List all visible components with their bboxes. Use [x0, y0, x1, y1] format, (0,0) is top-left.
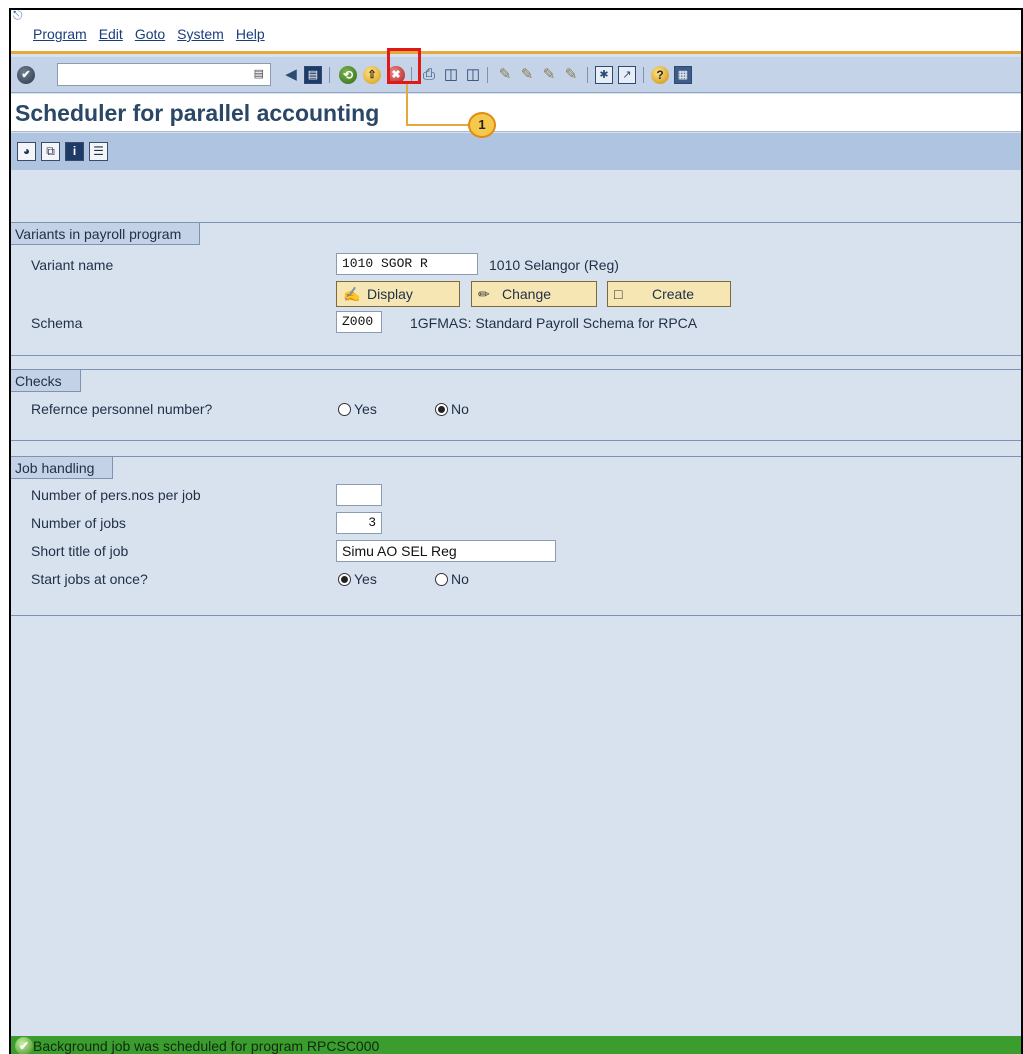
- system-toolbar: ✔ ▤ ◀ ▤ ⟲ ⇧ ✖ ⎙ ◫ ◫ ✎ ✎ ✎ ✎ ✱ ↗ ? ▦: [11, 57, 1021, 93]
- page-title: Scheduler for parallel accounting: [15, 100, 380, 126]
- reference-personnel-label: Refernce personnel number?: [31, 401, 213, 417]
- start-no-label: No: [451, 571, 469, 587]
- menu-system[interactable]: System: [177, 26, 224, 42]
- menu-edit[interactable]: Edit: [99, 26, 123, 42]
- schema-label: Schema: [31, 315, 83, 331]
- status-bar: ✔ Background job was scheduled for progr…: [11, 1036, 1021, 1054]
- variants-section: Variants in payroll program Variant name…: [11, 222, 1021, 356]
- new-session-icon[interactable]: ✱: [595, 66, 613, 84]
- menu-program[interactable]: Program: [33, 26, 87, 42]
- start-jobs-no-radio[interactable]: No: [435, 571, 469, 587]
- previous-page-icon[interactable]: ✎: [517, 65, 537, 85]
- menu-goto[interactable]: Goto: [135, 26, 165, 42]
- start-jobs-label: Start jobs at once?: [31, 571, 148, 587]
- start-yes-label: Yes: [354, 571, 377, 587]
- command-history-icon[interactable]: ▤: [254, 67, 264, 80]
- back-icon[interactable]: ⟲: [339, 66, 357, 84]
- display-icon: ✍: [343, 286, 361, 302]
- last-page-icon[interactable]: ✎: [561, 65, 581, 85]
- callout-connector: [406, 84, 408, 126]
- print-icon[interactable]: ⎙: [419, 65, 439, 85]
- info-icon[interactable]: i: [65, 142, 84, 161]
- step-callout: 1: [468, 112, 496, 138]
- window-menu-icon[interactable]: ⎋: [13, 8, 23, 23]
- reference-yes-radio[interactable]: Yes: [338, 401, 377, 417]
- find-icon[interactable]: ◫: [441, 65, 461, 85]
- next-page-icon[interactable]: ✎: [539, 65, 559, 85]
- schema-description: 1GFMAS: Standard Payroll Schema for RPCA: [410, 315, 698, 331]
- radio-circle-selected: [435, 402, 448, 416]
- persnos-per-job-field[interactable]: [336, 484, 382, 506]
- start-jobs-yes-radio[interactable]: Yes: [338, 571, 377, 587]
- variant-name-label: Variant name: [31, 257, 114, 273]
- program-doc-icon[interactable]: ☰: [89, 142, 108, 161]
- menu-bar: ⎋ Program Edit Goto System Help: [11, 8, 1021, 54]
- reference-no-label: No: [451, 401, 469, 417]
- menu-list: Program Edit Goto System Help: [33, 26, 277, 42]
- collapse-arrow-icon[interactable]: ◀: [281, 65, 301, 85]
- create-label: Create: [652, 286, 695, 302]
- find-next-icon[interactable]: ◫: [463, 65, 483, 85]
- exit-button-highlight: [387, 48, 421, 84]
- variant-name-field[interactable]: 1010 SGOR R: [336, 253, 478, 275]
- number-of-jobs-field[interactable]: 3: [336, 512, 382, 534]
- application-toolbar: ◕ ⧉ i ☰: [11, 133, 1021, 170]
- short-title-field[interactable]: Simu AO SEL Reg: [336, 540, 556, 562]
- display-button[interactable]: ✍ Display: [336, 281, 460, 307]
- pencil-icon: ✏: [478, 286, 490, 302]
- reference-yes-label: Yes: [354, 401, 377, 417]
- status-message: Background job was scheduled for program…: [33, 1038, 380, 1054]
- radio-circle: [338, 402, 351, 416]
- variant-description: 1010 Selangor (Reg): [489, 257, 619, 273]
- copy-icon[interactable]: ⧉: [41, 142, 60, 161]
- change-button[interactable]: ✏ Change: [471, 281, 597, 307]
- success-check-icon: ✔: [15, 1037, 33, 1054]
- enter-icon[interactable]: ✔: [17, 66, 35, 84]
- menu-help[interactable]: Help: [236, 26, 265, 42]
- execute-icon[interactable]: ◕: [17, 142, 36, 161]
- job-handling-section: Job handling Number of pers.nos per job …: [11, 456, 1021, 616]
- change-label: Change: [502, 286, 552, 302]
- callout-connector-horizontal: [406, 124, 468, 126]
- reference-no-radio[interactable]: No: [435, 401, 469, 417]
- radio-circle: [435, 572, 448, 586]
- short-title-label: Short title of job: [31, 543, 129, 559]
- job-handling-heading: Job handling: [11, 457, 114, 479]
- exit-icon[interactable]: ⇧: [363, 66, 381, 84]
- save-icon[interactable]: ▤: [304, 66, 322, 84]
- radio-circle-selected: [338, 572, 351, 586]
- schema-field[interactable]: Z000: [336, 311, 382, 333]
- number-of-jobs-label: Number of jobs: [31, 515, 126, 531]
- new-document-icon: □: [614, 286, 623, 302]
- create-button[interactable]: □ Create: [607, 281, 731, 307]
- checks-heading: Checks: [11, 370, 81, 392]
- persnos-per-job-label: Number of pers.nos per job: [31, 487, 201, 503]
- checks-section: Checks Refernce personnel number? Yes No: [11, 369, 1021, 441]
- sap-window: ⎋ Program Edit Goto System Help ✔ ▤ ◀ ▤ …: [9, 8, 1023, 1054]
- title-bar: Scheduler for parallel accounting: [11, 94, 1021, 132]
- shortcut-icon[interactable]: ↗: [618, 66, 636, 84]
- layout-icon[interactable]: ▦: [674, 66, 692, 84]
- command-field[interactable]: ▤: [57, 63, 271, 86]
- variants-heading: Variants in payroll program: [11, 223, 201, 245]
- display-label: Display: [367, 286, 413, 302]
- first-page-icon[interactable]: ✎: [495, 65, 515, 85]
- help-icon[interactable]: ?: [651, 66, 669, 84]
